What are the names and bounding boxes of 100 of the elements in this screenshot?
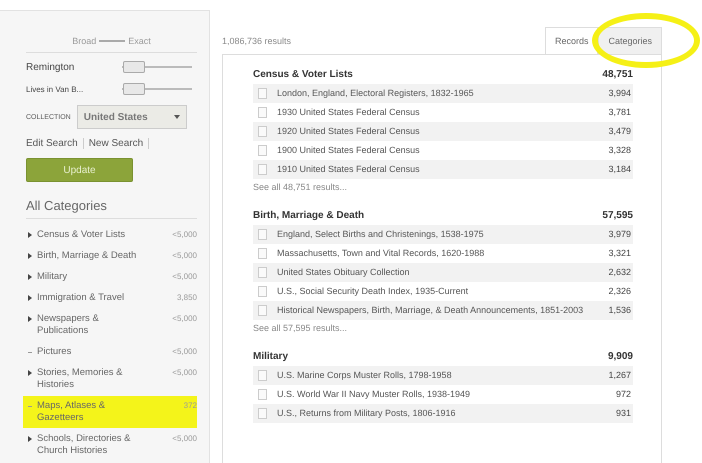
slider-thumb[interactable] bbox=[122, 61, 144, 73]
result-row[interactable]: England, Select Births and Christenings, 1538-1975 3,979 bbox=[253, 225, 633, 244]
category-total: 48,751 bbox=[602, 69, 633, 80]
result-row[interactable]: U.S., Returns from Military Posts, 1806-1916 931 bbox=[253, 404, 633, 423]
collection-link[interactable]: U.S. Marine Corps Muster Rolls, 1798-1958 bbox=[277, 369, 452, 382]
category-count: <5,000 bbox=[172, 433, 197, 445]
results-count: 1,086,736 results bbox=[222, 36, 292, 48]
slider-thumb[interactable] bbox=[122, 83, 144, 95]
record-count: 3,979 bbox=[608, 228, 631, 241]
record-count: 3,994 bbox=[608, 87, 631, 100]
result-row[interactable]: United States Obituary Collection 2,632 bbox=[253, 263, 633, 282]
see-all-link[interactable]: See all 57,595 results... bbox=[253, 323, 633, 333]
caret-icon bbox=[174, 115, 180, 119]
collection-link[interactable]: London, England, Electoral Registers, 1832-1965 bbox=[277, 87, 474, 100]
category-item[interactable]: Census & Voter Lists <5,000 bbox=[26, 225, 197, 246]
result-row[interactable]: U.S. Marine Corps Muster Rolls, 1798-1958 1,267 bbox=[253, 366, 633, 385]
tab[interactable]: Categories bbox=[598, 27, 662, 54]
category-heading: Military bbox=[253, 351, 288, 362]
category-count: <5,000 bbox=[172, 271, 197, 283]
category-count: <5,000 bbox=[172, 313, 197, 325]
collection-link[interactable]: 1920 United States Federal Census bbox=[277, 125, 420, 138]
category-link[interactable]: Immigration & Travel bbox=[37, 292, 152, 304]
category-total: 9,909 bbox=[608, 351, 633, 362]
category-link[interactable]: Maps, Atlases & Gazetteers bbox=[37, 400, 152, 424]
search-link[interactable]: New Search bbox=[88, 138, 144, 149]
category-link[interactable]: Pictures bbox=[37, 346, 152, 358]
document-icon bbox=[258, 286, 267, 297]
category-item[interactable]: Newspapers & Publications <5,000 bbox=[26, 309, 197, 342]
tab[interactable]: Records bbox=[544, 27, 598, 54]
category-item[interactable]: Maps, Atlases & Gazetteers 372 bbox=[23, 396, 197, 429]
collection-link[interactable]: U.S. World War II Navy Muster Rolls, 1938-1949 bbox=[277, 388, 470, 401]
collection-link[interactable]: U.S., Returns from Military Posts, 1806-1916 bbox=[277, 407, 456, 420]
category-count: <5,000 bbox=[172, 346, 197, 358]
document-icon bbox=[258, 408, 267, 419]
document-icon bbox=[258, 145, 267, 156]
document-icon bbox=[258, 248, 267, 259]
record-count: 3,321 bbox=[608, 247, 631, 260]
result-row[interactable]: 1930 United States Federal Census 3,781 bbox=[253, 103, 633, 122]
result-row[interactable]: Massachusetts, Town and Vital Records, 1620-1988 3,321 bbox=[253, 244, 633, 263]
document-icon bbox=[258, 389, 267, 400]
record-count: 2,632 bbox=[608, 266, 631, 279]
collection-link[interactable]: Massachusetts, Town and Vital Records, 1620-1988 bbox=[277, 247, 484, 260]
result-row[interactable]: U.S. World War II Navy Muster Rolls, 1938-1949 972 bbox=[253, 385, 633, 404]
category-heading: Census & Voter Lists bbox=[253, 69, 353, 80]
category-item[interactable]: Immigration & Travel 3,850 bbox=[26, 288, 197, 309]
document-icon bbox=[258, 370, 267, 381]
category-count: 372 bbox=[184, 400, 197, 412]
document-icon bbox=[258, 88, 267, 99]
collection-link[interactable]: England, Select Births and Christenings, 1538-1975 bbox=[277, 228, 484, 241]
category-item[interactable]: Birth, Marriage & Death <5,000 bbox=[26, 246, 197, 267]
exact-label: Exact bbox=[128, 36, 151, 46]
collection-link[interactable]: 1930 United States Federal Census bbox=[277, 106, 420, 119]
search-term: Lives in Van B... bbox=[26, 84, 84, 94]
collection-link[interactable]: Historical Newspapers, Birth, Marriage, & Death Announcements, 1851-2003 bbox=[277, 304, 584, 317]
result-row[interactable]: U.S., Social Security Death Index, 1935-Current 2,326 bbox=[253, 282, 633, 301]
record-count: 1,536 bbox=[608, 304, 631, 317]
category-count: <5,000 bbox=[172, 229, 197, 241]
collection-link[interactable]: U.S., Social Security Death Index, 1935-Current bbox=[277, 285, 468, 298]
category-link[interactable]: Military bbox=[37, 271, 152, 283]
result-row[interactable]: 1910 United States Federal Census 3,184 bbox=[253, 160, 633, 179]
result-row[interactable]: London, England, Electoral Registers, 1832-1965 3,994 bbox=[253, 84, 633, 103]
category-link[interactable]: Census & Voter Lists bbox=[37, 229, 152, 241]
record-count: 1,267 bbox=[608, 369, 631, 382]
result-row[interactable]: 1920 United States Federal Census 3,479 bbox=[253, 122, 633, 141]
record-count: 3,479 bbox=[608, 125, 631, 138]
result-row[interactable]: Historical Newspapers, Birth, Marriage, & Death Announcements, 1851-2003 1,536 bbox=[253, 301, 633, 320]
record-count: 3,184 bbox=[608, 163, 631, 176]
search-term: Remington bbox=[26, 62, 76, 72]
collection-dropdown[interactable]: United States bbox=[76, 105, 187, 129]
category-link[interactable]: Newspapers & Publications bbox=[37, 313, 152, 337]
collection-link[interactable]: 1910 United States Federal Census bbox=[277, 163, 420, 176]
document-icon bbox=[258, 229, 267, 240]
category-link[interactable]: Stories, Memories & Histories bbox=[37, 367, 152, 391]
categories-heading: All Categories bbox=[26, 198, 197, 219]
document-icon bbox=[258, 164, 267, 175]
category-count: 3,850 bbox=[176, 292, 197, 304]
broad-label: Broad bbox=[72, 36, 96, 46]
document-icon bbox=[258, 126, 267, 137]
record-count: 972 bbox=[616, 388, 631, 401]
document-icon bbox=[258, 107, 267, 118]
category-item[interactable]: Schools, Directories & Church Histories <5,000 bbox=[26, 429, 197, 462]
record-count: 3,781 bbox=[608, 106, 631, 119]
see-all-link[interactable]: See all 48,751 results... bbox=[253, 182, 633, 192]
category-item[interactable]: Pictures <5,000 bbox=[26, 342, 197, 363]
record-count: 3,328 bbox=[608, 144, 631, 157]
collection-link[interactable]: 1900 United States Federal Census bbox=[277, 144, 420, 157]
category-link[interactable]: Schools, Directories & Church Histories bbox=[37, 433, 152, 457]
result-row[interactable]: 1900 United States Federal Census 3,328 bbox=[253, 141, 633, 160]
category-total: 57,595 bbox=[602, 210, 633, 221]
category-heading: Birth, Marriage & Death bbox=[253, 210, 364, 221]
record-count: 931 bbox=[616, 407, 631, 420]
category-link[interactable]: Birth, Marriage & Death bbox=[37, 250, 152, 262]
category-item[interactable]: Military <5,000 bbox=[26, 267, 197, 288]
category-count: <5,000 bbox=[172, 250, 197, 262]
document-icon bbox=[258, 267, 267, 278]
collection-link[interactable]: United States Obituary Collection bbox=[277, 266, 410, 279]
record-count: 2,326 bbox=[608, 285, 631, 298]
category-count: <5,000 bbox=[172, 367, 197, 379]
search-link[interactable]: Edit Search bbox=[26, 138, 78, 149]
document-icon bbox=[258, 305, 267, 316]
